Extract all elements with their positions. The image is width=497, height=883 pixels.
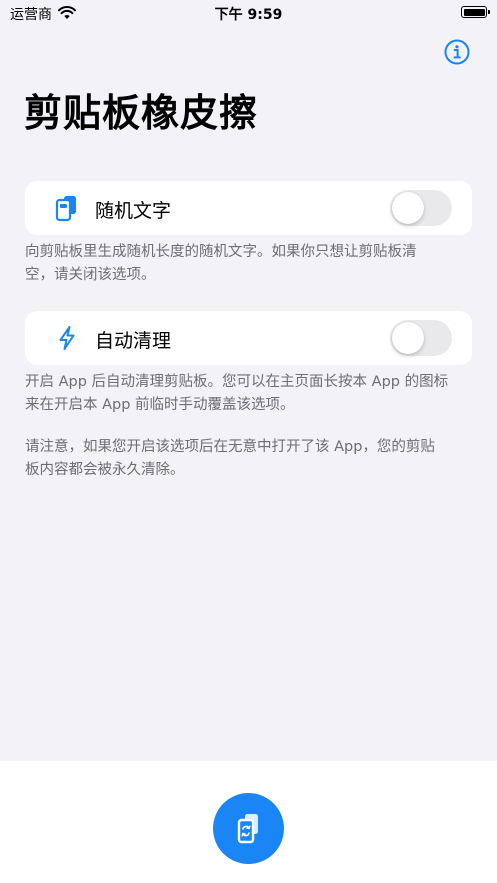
battery-icon <box>461 6 490 18</box>
screen: 运营商 下午 9:59 剪贴板橡皮擦 随机文字 向剪贴板里生成随机长度的随机文字… <box>0 0 497 883</box>
status-bar: 运营商 下午 9:59 <box>0 0 497 26</box>
info-button[interactable] <box>444 39 470 65</box>
toggle-knob <box>392 192 424 224</box>
random-text-toggle[interactable] <box>390 190 452 226</box>
setting-label: 随机文字 <box>95 200 172 222</box>
description-line: 空，请关闭该选项。 <box>25 267 156 283</box>
warning-note: 请注意，如果您开启该选项后在无意中打开了该 App，您的剪贴 板内容都会被永久清… <box>25 436 475 482</box>
description-line: 开启 App 后自动清理剪贴板。您可以在主页面长按本 App 的图标 <box>25 374 449 390</box>
setting-auto-clear: 自动清理 <box>25 311 472 365</box>
setting-random-text: 随机文字 <box>25 181 472 235</box>
clipboard-phone-icon <box>53 194 81 222</box>
warning-line: 请注意，如果您开启该选项后在无意中打开了该 App，您的剪贴 <box>25 439 435 455</box>
warning-line: 板内容都会被永久清除。 <box>25 462 185 478</box>
setting-label: 自动清理 <box>95 330 172 352</box>
description-line: 来在开启本 App 前临时手动覆盖该选项。 <box>25 397 295 413</box>
clear-clipboard-button[interactable] <box>213 793 284 864</box>
description-line: 向剪贴板里生成随机长度的随机文字。如果你只想让剪贴板清 <box>25 244 417 260</box>
clock: 下午 9:59 <box>214 7 283 23</box>
random-text-description: 向剪贴板里生成随机长度的随机文字。如果你只想让剪贴板清 空，请关闭该选项。 <box>25 241 475 287</box>
auto-clear-description: 开启 App 后自动清理剪贴板。您可以在主页面长按本 App 的图标 来在开启本… <box>25 371 475 417</box>
page-title: 剪贴板橡皮擦 <box>24 91 259 135</box>
info-icon <box>444 39 470 65</box>
auto-clear-toggle[interactable] <box>390 320 452 356</box>
lightning-icon <box>53 324 81 352</box>
toggle-knob <box>392 322 424 354</box>
clipboard-refresh-icon <box>237 813 258 843</box>
